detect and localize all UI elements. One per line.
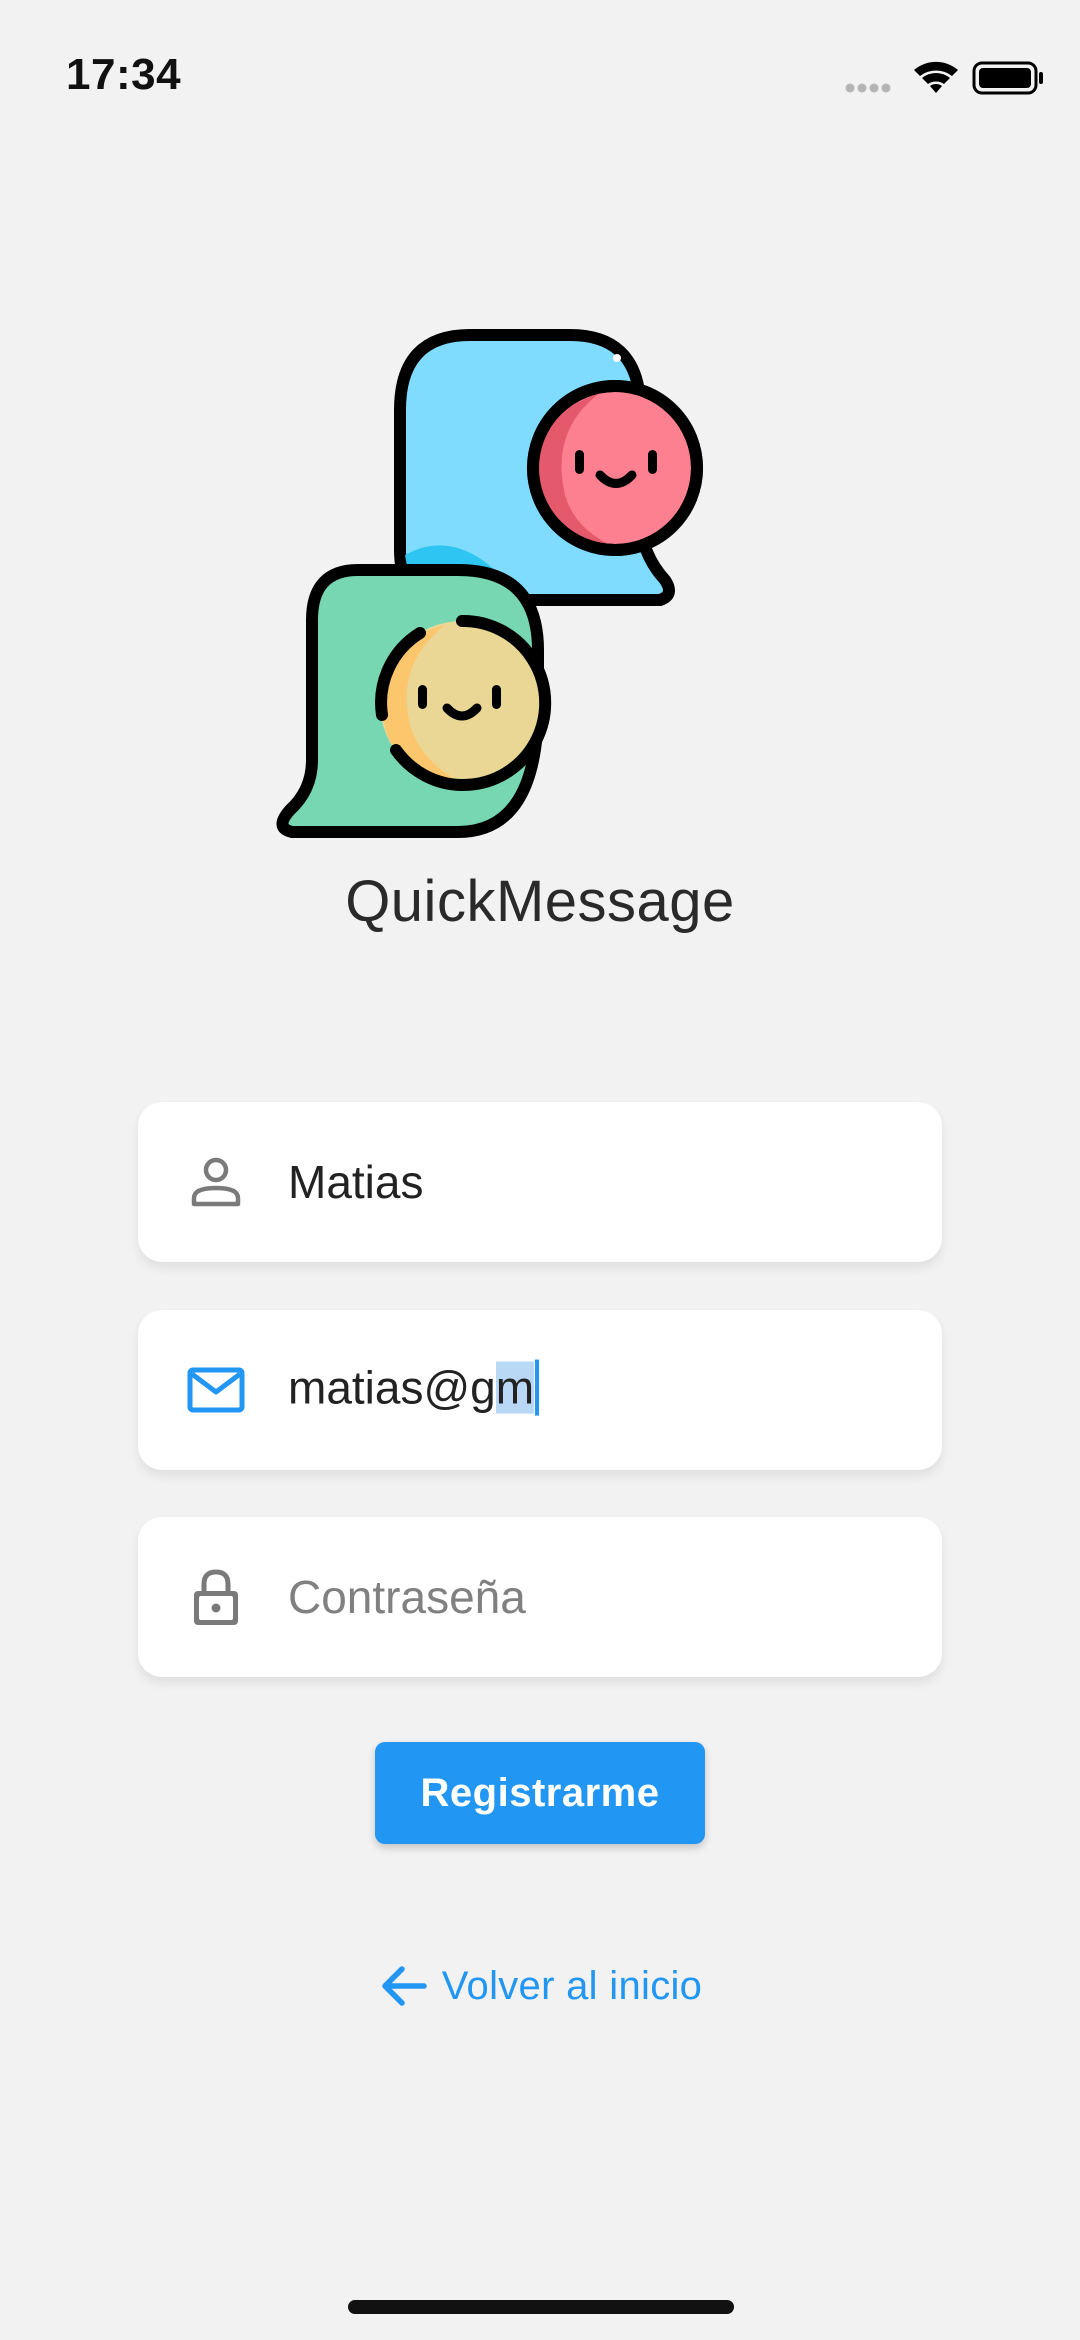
home-indicator[interactable] xyxy=(348,2300,734,2314)
mail-icon xyxy=(186,1360,246,1420)
email-field[interactable]: matias@gm xyxy=(138,1310,942,1470)
back-link-label: Volver al inicio xyxy=(441,1963,703,2008)
app-logo xyxy=(270,320,810,850)
name-field-value[interactable]: Matias xyxy=(288,1155,423,1209)
lock-icon xyxy=(186,1567,246,1627)
status-time: 17:34 xyxy=(66,50,182,99)
signal-dots-icon xyxy=(845,83,891,93)
password-field[interactable]: Contraseña xyxy=(138,1517,942,1677)
battery-icon xyxy=(972,61,1043,95)
status-icons xyxy=(840,58,1050,98)
name-field[interactable]: Matias xyxy=(138,1102,942,1262)
pink-smiley-face xyxy=(527,380,703,556)
register-button[interactable]: Registrarme xyxy=(375,1742,705,1844)
email-field-value[interactable]: matias@gm xyxy=(288,1359,540,1420)
password-field-placeholder[interactable]: Contraseña xyxy=(288,1570,526,1624)
email-text: matias@g xyxy=(288,1361,496,1414)
wifi-icon xyxy=(914,61,958,93)
status-bar: 17:34 xyxy=(0,0,1080,150)
arrow-left-icon xyxy=(382,1966,427,2006)
back-to-start-link[interactable]: Volver al inicio xyxy=(0,1960,1080,2012)
text-cursor xyxy=(535,1359,540,1416)
email-text-selection: m xyxy=(495,1361,535,1414)
yellow-smiley-face xyxy=(375,614,552,791)
person-icon xyxy=(186,1152,246,1212)
app-name: QuickMessage xyxy=(345,869,735,934)
